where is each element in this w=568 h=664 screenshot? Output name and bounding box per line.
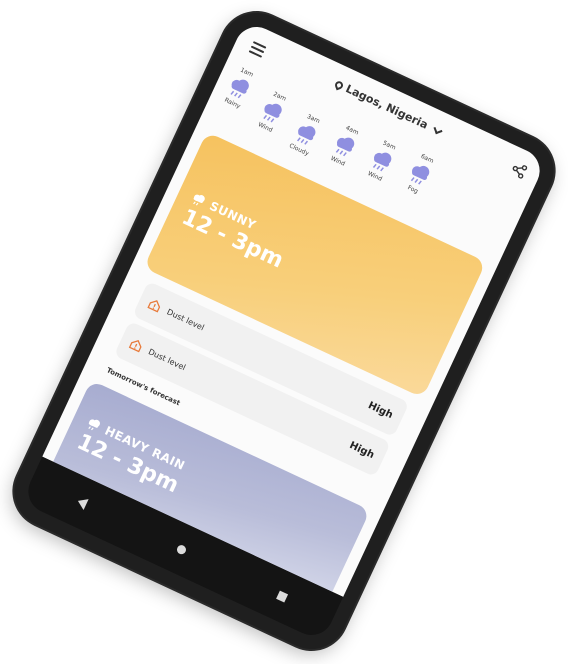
dust-level-value: High (366, 399, 395, 421)
house-warning-icon (147, 300, 161, 313)
house-warning-icon (128, 340, 142, 353)
dust-label: Dust level (165, 306, 206, 332)
dust-level-value: High (347, 439, 377, 461)
home-icon[interactable] (176, 543, 189, 556)
chevron-down-icon (433, 124, 443, 134)
back-icon[interactable] (75, 495, 89, 510)
phone-device: Lagos, Nigeria 1am Rainy 2am Wind 3am Cl… (2, 1, 566, 661)
stage: Lagos, Nigeria 1am Rainy 2am Wind 3am Cl… (0, 0, 568, 664)
recent-apps-icon[interactable] (276, 590, 289, 603)
location-pin-icon (333, 79, 345, 90)
dust-label: Dust level (147, 346, 188, 372)
